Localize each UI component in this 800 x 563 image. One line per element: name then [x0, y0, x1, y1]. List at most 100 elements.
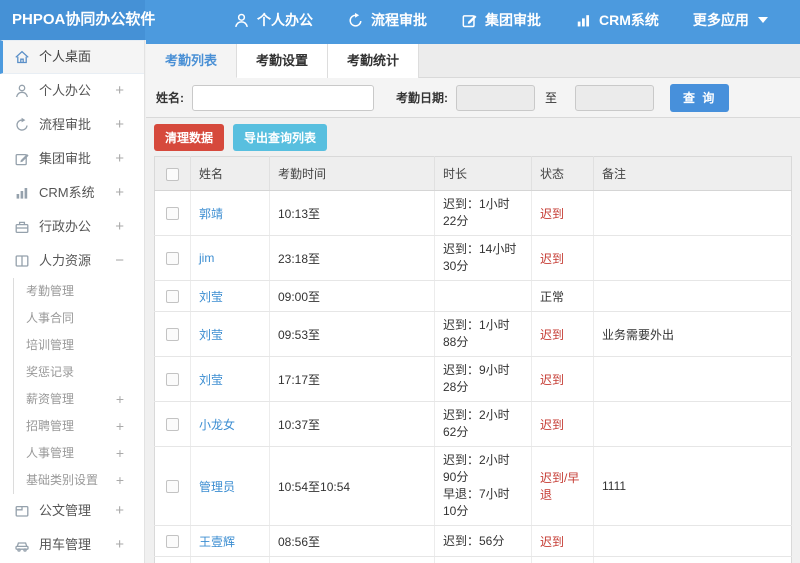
status-badge: 迟到/早退: [531, 556, 594, 563]
duration: 迟到：56分: [434, 525, 532, 557]
expand-plus-icon[interactable]: +: [115, 108, 124, 142]
sidebar-item-crm-system[interactable]: CRM系统 +: [0, 176, 144, 210]
status-badge: 迟到/早退: [531, 446, 594, 526]
nav-personal-office[interactable]: 个人办公: [233, 10, 313, 30]
table-row: 管理员 10:54至10:54 迟到：2小时90分 早退：7小时10分 迟到/早…: [154, 446, 792, 526]
nav-label: 集团审批: [485, 12, 541, 28]
employee-name-link[interactable]: 刘莹: [199, 328, 223, 342]
tab-attendance-settings[interactable]: 考勤设置: [237, 44, 329, 78]
status-badge: 迟到: [531, 311, 594, 357]
sub-item-label: 薪资管理: [26, 392, 75, 406]
sidebar-item-workflow-approval[interactable]: 流程审批 +: [0, 108, 144, 142]
sidebar-item-document-management[interactable]: 公文管理 +: [0, 494, 144, 528]
expand-plus-icon[interactable]: +: [115, 74, 124, 108]
clean-data-button[interactable]: 清理数据: [154, 124, 225, 151]
employee-name-link[interactable]: 刘莹: [199, 290, 223, 304]
nav-group-approval[interactable]: 集团审批: [461, 10, 541, 30]
attendance-table: 姓名 考勤时间 时长 状态 备注 郭靖 10:13至 迟到：1小时22分 迟到: [154, 156, 792, 563]
tab-attendance-list[interactable]: 考勤列表: [146, 44, 238, 78]
sidebar-subitem-personnel-management[interactable]: 人事管理 +: [14, 440, 144, 467]
table-header-row: 姓名 考勤时间 时长 状态 备注: [154, 156, 792, 191]
sidebar-item-human-resources[interactable]: 人力资源 −: [0, 244, 144, 278]
status-badge: 正常: [531, 280, 594, 312]
expand-plus-icon[interactable]: +: [116, 413, 124, 440]
sidebar-subitem-recruitment-management[interactable]: 招聘管理 +: [14, 413, 144, 440]
to-label: 至: [545, 91, 558, 105]
sub-item-label: 人事合同: [26, 311, 75, 325]
sidebar-item-admin-office[interactable]: 行政办公 +: [0, 210, 144, 244]
row-checkbox[interactable]: [166, 418, 179, 432]
search-button[interactable]: 查 询: [670, 83, 730, 112]
collapse-minus-icon[interactable]: −: [115, 244, 124, 278]
note: [593, 556, 792, 563]
duration: [434, 280, 532, 312]
attendance-time: 13:20至13:20: [269, 556, 435, 563]
flow-arrow-icon: [347, 12, 364, 29]
tab-attendance-statistics[interactable]: 考勤统计: [328, 44, 420, 78]
sub-item-label: 奖惩记录: [26, 365, 75, 379]
date-start-input[interactable]: [456, 84, 535, 111]
expand-plus-icon[interactable]: +: [115, 528, 124, 562]
expand-plus-icon[interactable]: +: [115, 142, 124, 176]
car-icon: [14, 537, 30, 553]
col-header-duration: 时长: [434, 156, 532, 191]
duration: 迟到：2小时90分 早退：7小时10分: [434, 446, 532, 526]
sidebar-item-personal-office[interactable]: 个人办公 +: [0, 74, 144, 108]
note: [593, 190, 792, 236]
note: 业务需要外出: [593, 311, 792, 357]
sub-item-label: 招聘管理: [26, 419, 75, 433]
briefcase-icon: [14, 219, 30, 235]
sidebar-subitem-salary-management[interactable]: 薪资管理 +: [14, 386, 144, 413]
sidebar-item-personal-desktop[interactable]: 个人桌面: [0, 40, 144, 74]
nav-crm-system[interactable]: CRM系统: [575, 10, 659, 30]
sidebar-subitem-rewards-records[interactable]: 奖惩记录: [14, 359, 144, 386]
attendance-time: 23:18至: [269, 235, 435, 281]
date-end-input[interactable]: [575, 84, 655, 111]
sidebar-item-vehicle-management[interactable]: 用车管理 +: [0, 528, 144, 562]
note: [593, 525, 792, 557]
select-all-checkbox[interactable]: [166, 167, 179, 181]
nav-workflow-approval[interactable]: 流程审批: [347, 10, 427, 30]
status-badge: 迟到: [531, 525, 594, 557]
nav-more-apps[interactable]: 更多应用: [693, 10, 768, 30]
nav-label: 更多应用: [692, 12, 749, 28]
employee-name-link[interactable]: jim: [199, 251, 214, 265]
expand-plus-icon[interactable]: +: [116, 440, 124, 467]
col-header-time: 考勤时间: [269, 156, 435, 191]
sidebar-item-label: 集团审批: [39, 151, 92, 166]
row-checkbox[interactable]: [166, 535, 179, 549]
sidebar-subitem-attendance-management[interactable]: 考勤管理: [14, 278, 144, 305]
row-checkbox[interactable]: [166, 290, 179, 304]
attendance-table-wrap: 姓名 考勤时间 时长 状态 备注 郭靖 10:13至 迟到：1小时22分 迟到: [154, 156, 792, 563]
col-header-status: 状态: [531, 156, 594, 191]
sub-item-label: 基础类别设置: [26, 473, 99, 487]
top-nav: 个人办公 流程审批 集团审批 CRM系统 更多应用: [233, 0, 800, 40]
duration: 迟到：1小时88分: [434, 311, 532, 357]
row-checkbox[interactable]: [166, 252, 179, 266]
col-header-name: 姓名: [190, 156, 270, 191]
name-input[interactable]: [192, 84, 374, 111]
employee-name-link[interactable]: 刘莹: [199, 373, 223, 387]
employee-name-link[interactable]: 郭靖: [199, 207, 223, 221]
sidebar-subitem-training-management[interactable]: 培训管理: [14, 332, 144, 359]
expand-plus-icon[interactable]: +: [115, 494, 124, 528]
sidebar-item-label: 流程审批: [39, 117, 92, 132]
sub-item-label: 考勤管理: [26, 284, 75, 298]
expand-plus-icon[interactable]: +: [116, 386, 124, 413]
employee-name-link[interactable]: 小龙女: [199, 418, 235, 432]
sidebar-subitem-base-category-settings[interactable]: 基础类别设置 +: [14, 467, 144, 494]
flow-arrow-icon: [14, 117, 30, 133]
sidebar-item-group-approval[interactable]: 集团审批 +: [0, 142, 144, 176]
duration: 迟到：1小时22分: [434, 190, 532, 236]
employee-name-link[interactable]: 王壹辉: [199, 535, 235, 549]
export-list-button[interactable]: 导出查询列表: [233, 124, 328, 151]
employee-name-link[interactable]: 管理员: [199, 480, 235, 494]
row-checkbox[interactable]: [166, 373, 179, 387]
row-checkbox[interactable]: [166, 328, 179, 342]
row-checkbox[interactable]: [166, 207, 179, 221]
row-checkbox[interactable]: [166, 480, 179, 494]
expand-plus-icon[interactable]: +: [116, 467, 124, 494]
expand-plus-icon[interactable]: +: [115, 176, 124, 210]
sidebar-subitem-hr-contracts[interactable]: 人事合同: [14, 305, 144, 332]
expand-plus-icon[interactable]: +: [115, 210, 124, 244]
